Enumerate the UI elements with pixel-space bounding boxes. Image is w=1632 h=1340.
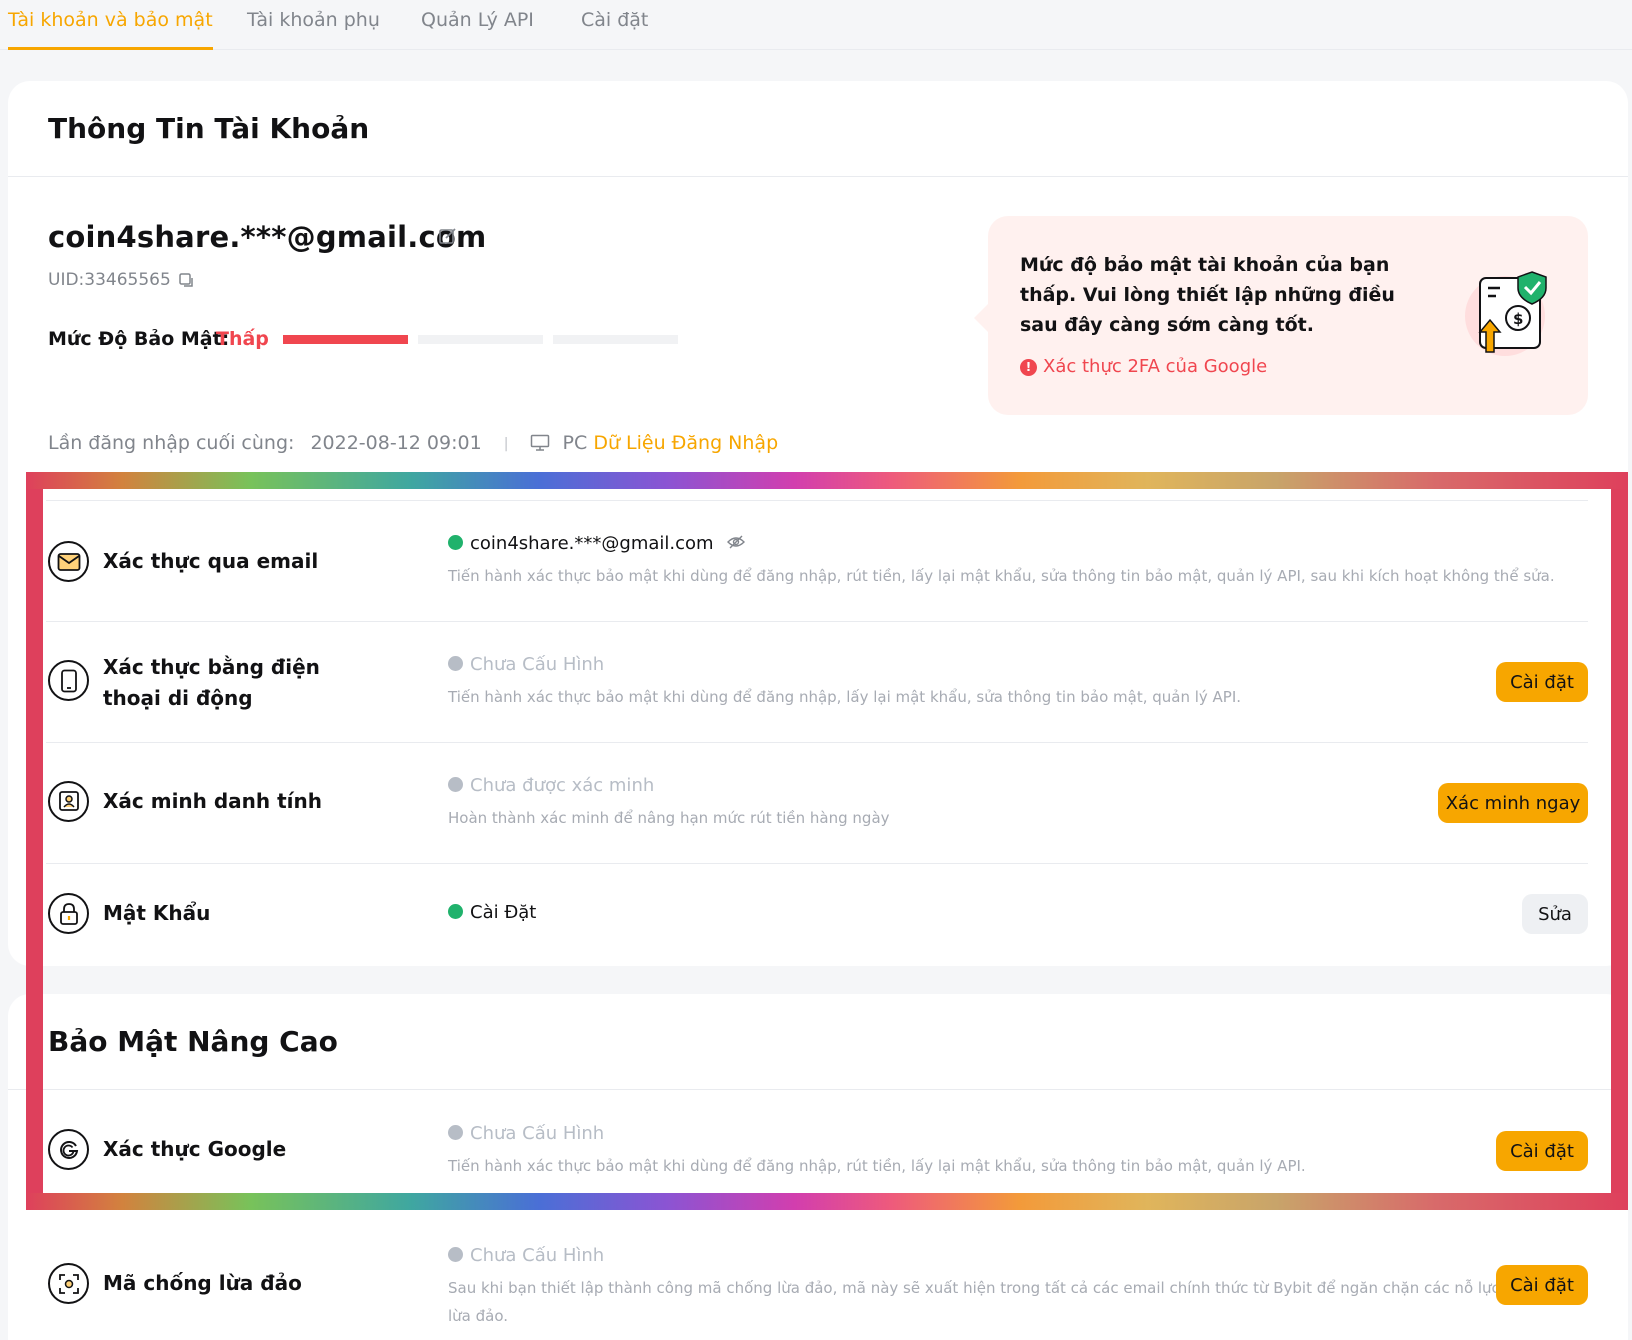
email-verification-desc: Tiến hành xác thực bảo mật khi dùng để đ… — [448, 567, 1555, 585]
email-row-icon — [48, 541, 89, 582]
identity-verification-desc: Hoàn thành xác minh để nâng hạn mức rút … — [448, 809, 890, 827]
email-verification-label: Xác thực qua email — [103, 549, 319, 573]
verify-now-button[interactable]: Xác minh ngay — [1438, 783, 1588, 823]
email-verification-status: coin4share.***@gmail.com — [448, 533, 746, 554]
anti-phishing-setup-button[interactable]: Cài đặt — [1496, 1265, 1588, 1305]
account-info-title: Thông Tin Tài Khoản — [48, 112, 370, 145]
advanced-security-title: Bảo Mật Nâng Cao — [48, 1025, 338, 1058]
account-email: coin4share.***@gmail.com — [48, 220, 487, 254]
login-data-link[interactable]: Dữ Liệu Đăng Nhập — [593, 432, 778, 454]
google-icon — [59, 1140, 78, 1159]
tab-settings[interactable]: Cài đặt — [581, 6, 648, 50]
password-status-value: Cài Đặt — [470, 902, 537, 923]
google-auth-value: Chưa Cấu Hình — [470, 1123, 605, 1144]
alert-google-2fa-link[interactable]: ! Xác thực 2FA của Google — [1020, 356, 1267, 377]
eye-hidden-icon[interactable] — [727, 535, 746, 549]
divider — [46, 863, 1588, 864]
svg-text:$: $ — [1513, 310, 1523, 328]
phone-verification-desc: Tiến hành xác thực bảo mật khi dùng để đ… — [448, 688, 1242, 706]
top-tab-bar: Tài khoản và bảo mật Tài khoản phụ Quản … — [0, 0, 1632, 50]
security-shield-illustration: $ — [1465, 271, 1547, 356]
info-circle-icon — [448, 656, 463, 671]
google-setup-button[interactable]: Cài đặt — [1496, 1131, 1588, 1171]
anti-phishing-value: Chưa Cấu Hình — [470, 1245, 605, 1266]
separator: | — [503, 435, 509, 452]
last-login-time: 2022-08-12 09:01 — [310, 432, 482, 454]
anti-phishing-status: Chưa Cấu Hình — [448, 1245, 604, 1266]
info-circle-icon — [448, 1125, 463, 1140]
mobile-phone-icon — [60, 669, 77, 692]
identity-verification-value: Chưa được xác minh — [470, 775, 655, 796]
scan-code-icon — [58, 1273, 79, 1294]
password-label: Mật Khẩu — [103, 901, 211, 925]
google-auth-label: Xác thực Google — [103, 1137, 287, 1161]
identity-verification-status: Chưa được xác minh — [448, 775, 654, 796]
last-login-label: Lần đăng nhập cuối cùng: — [48, 432, 295, 454]
account-uid: UID:33465565 — [48, 270, 171, 290]
divider — [8, 1089, 1628, 1090]
anti-phishing-desc-line1: Sau khi bạn thiết lập thành công mã chốn… — [448, 1279, 1500, 1297]
security-level-value: Thấp — [216, 328, 269, 350]
copy-icon[interactable] — [178, 272, 195, 289]
phone-verification-status: Chưa Cấu Hình — [448, 654, 604, 675]
envelope-icon — [57, 552, 80, 571]
check-circle-icon — [448, 904, 463, 919]
warning-icon: ! — [1020, 359, 1037, 376]
divider — [46, 742, 1588, 743]
info-circle-icon — [448, 1247, 463, 1262]
lock-icon — [59, 902, 78, 925]
last-login: Lần đăng nhập cuối cùng: 2022-08-12 09:0… — [48, 432, 778, 454]
anti-phishing-label: Mã chống lừa đảo — [103, 1271, 302, 1295]
monitor-icon — [531, 434, 550, 451]
anti-phishing-row-icon — [48, 1263, 89, 1304]
alert-item-label: Xác thực 2FA của Google — [1043, 356, 1268, 377]
identity-verification-label: Xác minh danh tính — [103, 789, 323, 813]
phone-verification-value: Chưa Cấu Hình — [470, 654, 605, 675]
info-circle-icon — [448, 777, 463, 792]
google-auth-status: Chưa Cấu Hình — [448, 1123, 604, 1144]
tab-api-management[interactable]: Quản Lý API — [421, 6, 534, 50]
tab-sub-account[interactable]: Tài khoản phụ — [247, 6, 380, 50]
edit-icon[interactable] — [438, 226, 458, 246]
anti-phishing-desc-line2: lừa đảo. — [448, 1307, 509, 1325]
identity-row-icon — [48, 781, 89, 822]
login-device: PC — [562, 432, 588, 454]
email-verification-value: coin4share.***@gmail.com — [470, 533, 714, 554]
account-info-card — [8, 81, 1628, 966]
security-level-label: Mức Độ Bảo Mật: — [48, 328, 230, 350]
divider — [46, 621, 1588, 622]
security-level-bar-2 — [418, 335, 543, 344]
phone-setup-button[interactable]: Cài đặt — [1496, 662, 1588, 702]
security-alert-text: Mức độ bảo mật tài khoản của bạn thấp. V… — [1020, 254, 1395, 336]
google-row-icon — [48, 1129, 89, 1170]
edit-password-button[interactable]: Sửa — [1522, 894, 1588, 934]
phone-verification-label: Xác thực bằng điện thoại di động — [103, 655, 320, 710]
security-level-bar-3 — [553, 335, 678, 344]
google-auth-desc: Tiến hành xác thực bảo mật khi dùng để đ… — [448, 1157, 1306, 1175]
phone-row-icon — [48, 660, 89, 701]
divider — [46, 500, 1588, 501]
divider — [8, 176, 1628, 177]
password-row-icon — [48, 893, 89, 934]
check-circle-icon — [448, 535, 463, 550]
password-status: Cài Đặt — [448, 902, 536, 923]
tab-account-security[interactable]: Tài khoản và bảo mật — [8, 6, 213, 50]
security-alert-box: Mức độ bảo mật tài khoản của bạn thấp. V… — [974, 216, 1588, 415]
security-level-bar-1 — [283, 335, 408, 344]
id-card-icon — [58, 790, 79, 811]
